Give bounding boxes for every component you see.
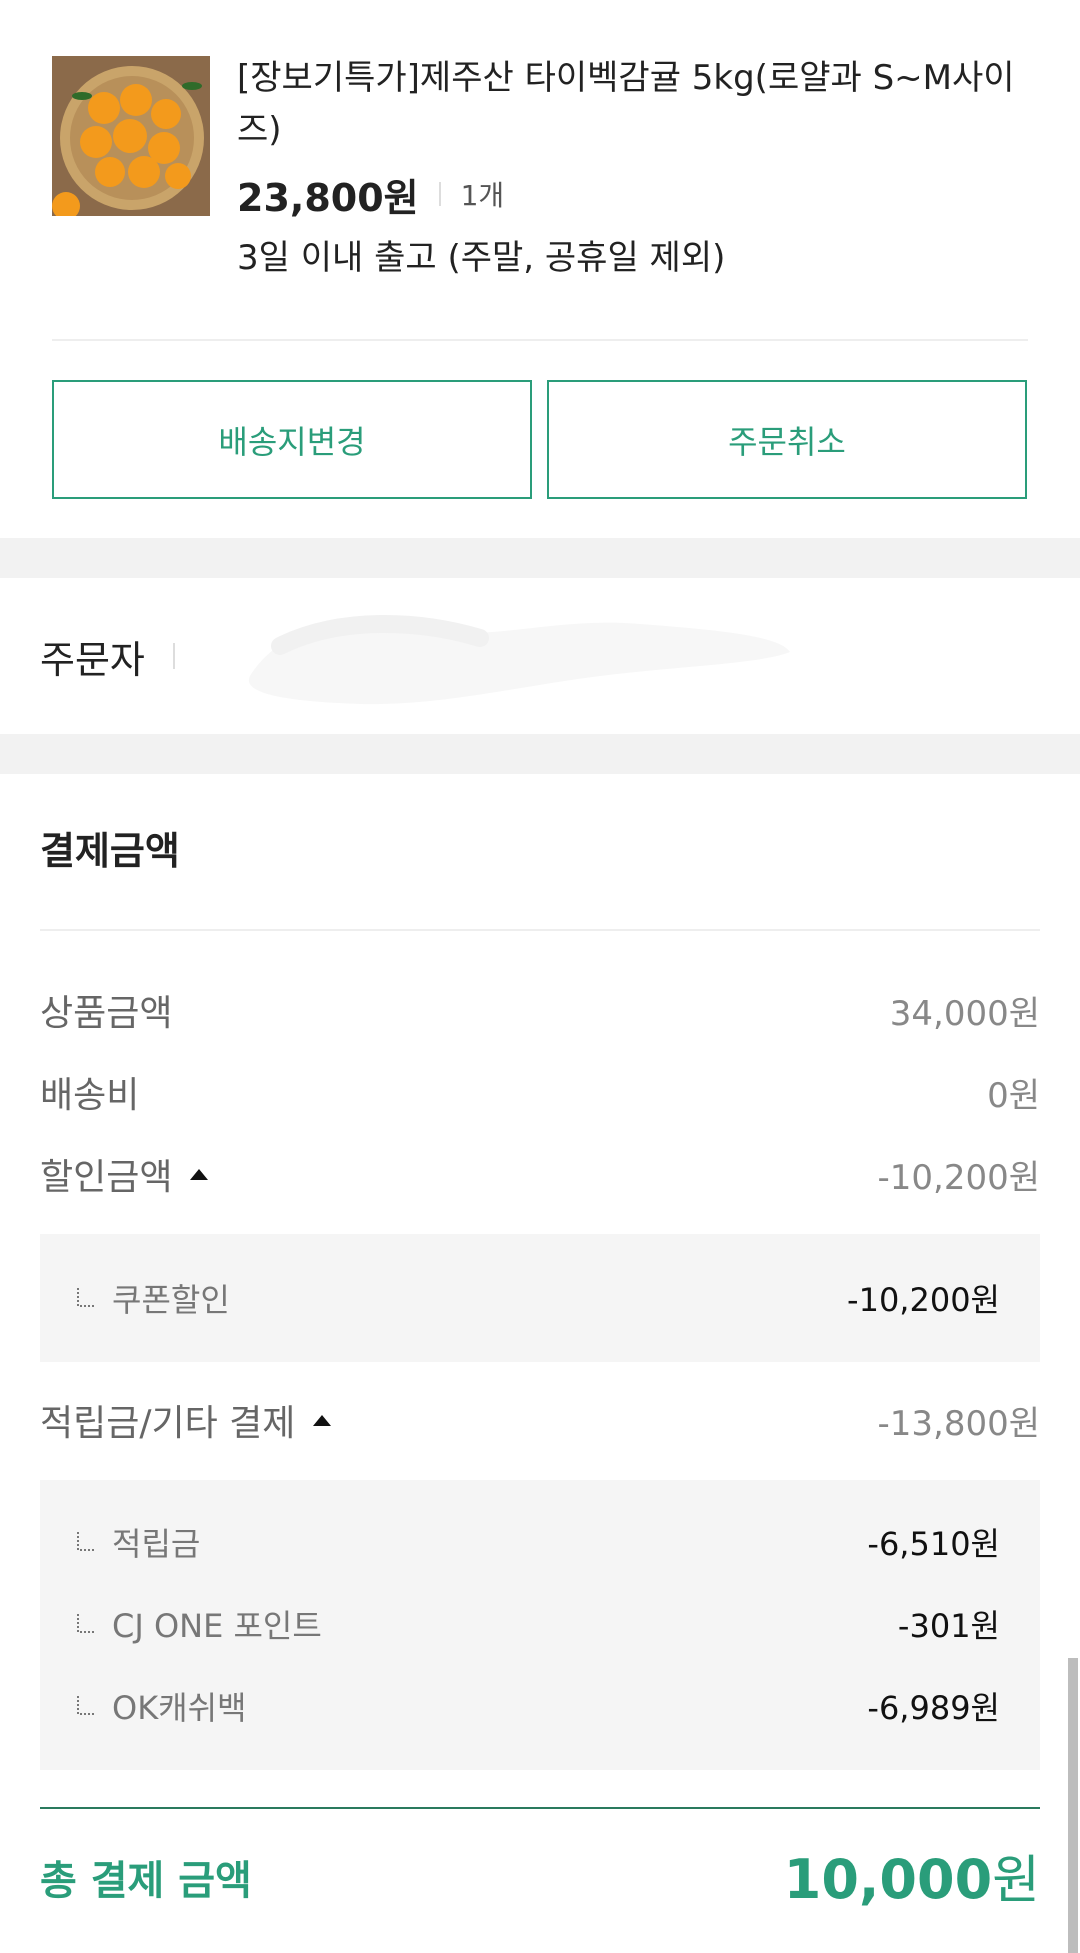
scrollbar[interactable] (1068, 1658, 1078, 1953)
tree-branch-icon (76, 1695, 96, 1717)
product-amount-label: 상품금액 (40, 993, 173, 1034)
price-row: 23,800원 1개 (237, 164, 1027, 224)
tree-branch-icon (76, 1613, 96, 1635)
points-toggle[interactable]: 적립금/기타 결제 (40, 1394, 332, 1446)
caret-up-icon[interactable] (313, 1414, 332, 1426)
shipping-note: 3일 이내 출고 (주말, 공휴일 제외) (237, 238, 726, 278)
discount-item: 쿠폰할인 -10,200원 (40, 1270, 1040, 1326)
section-gap (0, 538, 1080, 578)
points-item: CJ ONE 포인트 -301원 (40, 1596, 1040, 1652)
tree-branch-icon (76, 1287, 96, 1309)
product-info: [장보기특가]제주산 타이벡감귤 5kg(로얄과 S~M사이즈) 23,800원… (237, 52, 1027, 279)
orderer-separator (172, 643, 175, 669)
points-item-value: -6,989원 (867, 1689, 1000, 1727)
discount-detail-box: 쿠폰할인 -10,200원 (40, 1234, 1040, 1362)
points-item: OK캐쉬백 -6,989원 (40, 1678, 1040, 1734)
discount-value: -10,200원 (877, 1157, 1040, 1198)
total-label: 총 결제 금액 (40, 1858, 252, 1904)
total-divider (40, 1807, 1040, 1809)
discount-item-value: -10,200원 (847, 1281, 1000, 1319)
points-label: 적립금/기타 결제 (40, 1403, 296, 1444)
points-row[interactable]: 적립금/기타 결제 -13,800원 (40, 1390, 1040, 1450)
section-gap (0, 734, 1080, 774)
discount-row[interactable]: 할인금액 -10,200원 (40, 1144, 1040, 1204)
points-item-label: 적립금 (112, 1525, 201, 1563)
discount-toggle[interactable]: 할인금액 (40, 1148, 209, 1200)
total-amount-number: 10,000 (783, 1848, 993, 1911)
shipping-fee-row: 배송비 0원 (40, 1062, 1040, 1122)
discount-label: 할인금액 (40, 1157, 173, 1198)
discount-item-label: 쿠폰할인 (112, 1281, 230, 1319)
product-amount-row: 상품금액 34,000원 (40, 980, 1040, 1040)
divider (40, 929, 1040, 931)
payment-title: 결제금액 (40, 829, 180, 873)
points-item-value: -301원 (897, 1607, 1000, 1645)
total-amount: 10,000 원 (784, 1838, 1040, 1913)
points-item-value: -6,510원 (867, 1525, 1000, 1563)
points-value: -13,800원 (877, 1403, 1040, 1444)
order-detail-page: [장보기특가]제주산 타이벡감귤 5kg(로얄과 S~M사이즈) 23,800원… (0, 0, 1080, 1953)
change-address-button[interactable]: 배송지변경 (52, 380, 532, 499)
points-detail-box: 적립금 -6,510원 CJ ONE 포인트 -301원 OK캐쉬백 -6,98… (40, 1480, 1040, 1770)
price-separator (438, 182, 441, 206)
orderer-section: 주문자 (40, 578, 1040, 734)
tree-branch-icon (76, 1531, 96, 1553)
total-amount-unit: 원 (992, 1851, 1040, 1911)
shipping-fee-label: 배송비 (40, 1075, 140, 1116)
points-item: 적립금 -6,510원 (40, 1514, 1040, 1570)
orderer-label: 주문자 (40, 637, 145, 682)
points-item-label: CJ ONE 포인트 (112, 1607, 322, 1645)
divider (52, 339, 1028, 341)
points-item-label: OK캐쉬백 (112, 1689, 247, 1727)
product-price: 23,800원 (237, 175, 419, 220)
product-quantity: 1개 (460, 179, 505, 212)
cancel-order-button[interactable]: 주문취소 (547, 380, 1027, 499)
product-thumbnail[interactable] (52, 56, 210, 216)
caret-up-icon[interactable] (190, 1168, 209, 1180)
product-name[interactable]: [장보기특가]제주산 타이벡감귤 5kg(로얄과 S~M사이즈) (237, 52, 1027, 156)
redacted-orderer-name (248, 614, 790, 705)
product-amount-value: 34,000원 (889, 993, 1040, 1034)
shipping-fee-value: 0원 (987, 1075, 1040, 1116)
